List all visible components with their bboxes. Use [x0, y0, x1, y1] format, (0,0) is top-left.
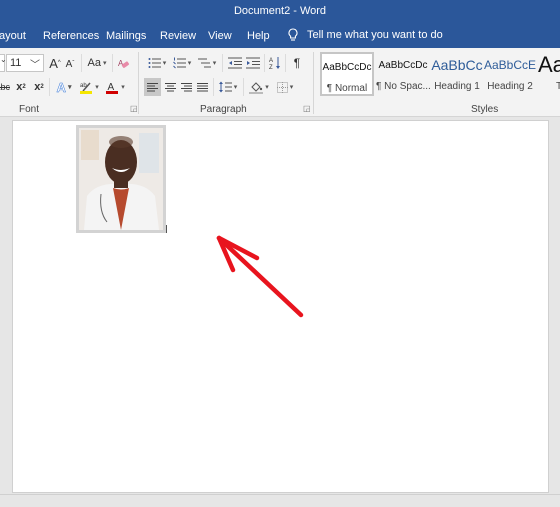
ribbon: ⌄ 11 ﹀ A^ Aˇ Aa▾ A abc x2 x2 A▾ ab▾ A▾ F…: [0, 48, 560, 117]
divider: [81, 54, 82, 72]
justify-icon: [196, 82, 208, 91]
numbered-list-icon: [172, 57, 186, 69]
document-canvas: [0, 117, 560, 494]
divider: [49, 78, 50, 96]
styles-group-label: Styles: [471, 104, 499, 115]
style-no-spacing[interactable]: AaBbCcDc ¶ No Spac...: [376, 52, 430, 96]
font-size-dropdown[interactable]: 11 ﹀: [6, 54, 44, 72]
multilevel-list-icon: [197, 58, 211, 68]
inserted-picture[interactable]: [76, 125, 166, 233]
font-name-dropdown-chevron[interactable]: ⌄: [0, 54, 7, 72]
style-title[interactable]: Aa T: [538, 52, 560, 96]
line-spacing-icon: [218, 81, 232, 93]
tab-mailings[interactable]: Mailings: [106, 30, 146, 42]
ribbon-tabs: ayout References Mailings Review View He…: [0, 24, 560, 48]
bullet-list-icon: [148, 58, 161, 68]
font-color-button[interactable]: A ▾: [103, 78, 127, 96]
superscript-button[interactable]: x2: [32, 78, 46, 96]
pilcrow-icon: ¶: [293, 56, 301, 70]
divider: [243, 78, 244, 96]
shading-button[interactable]: ▾: [247, 78, 271, 96]
align-right-icon: [180, 82, 192, 91]
align-left-button[interactable]: [144, 78, 161, 96]
title-bar: Document2 - Word: [0, 0, 560, 24]
divider: [285, 54, 286, 72]
svg-text:Z: Z: [269, 65, 273, 70]
style-heading-2[interactable]: AaBbCcE Heading 2: [484, 52, 536, 96]
text-cursor: [166, 225, 167, 233]
strikethrough-button[interactable]: abc: [0, 78, 10, 96]
tell-me-text: Tell me what you want to do: [307, 29, 443, 41]
shrink-font-button[interactable]: Aˇ: [64, 55, 76, 73]
numbering-button[interactable]: ▾: [171, 54, 193, 72]
svg-text:A: A: [269, 58, 273, 64]
paragraph-dialog-launcher[interactable]: ◲: [303, 105, 311, 113]
font-color-icon: A: [106, 82, 119, 94]
justify-button[interactable]: [194, 78, 210, 96]
text-effects-button[interactable]: A ▾: [53, 78, 75, 96]
tab-review[interactable]: Review: [160, 30, 196, 42]
font-group-label: Font: [19, 104, 40, 115]
font-dialog-launcher[interactable]: ◲: [130, 105, 138, 113]
group-divider: [138, 52, 139, 114]
clear-formatting-button[interactable]: A: [116, 54, 130, 72]
increase-indent-icon: [246, 57, 260, 69]
divider: [264, 54, 265, 72]
chevron-down-icon: ﹀: [30, 60, 40, 71]
lightbulb-icon: [288, 28, 298, 41]
tab-layout[interactable]: ayout: [0, 30, 26, 42]
red-arrow-annotation: [216, 235, 304, 318]
multilevel-list-button[interactable]: ▾: [196, 54, 218, 72]
tab-help[interactable]: Help: [247, 30, 270, 42]
window-title: Document2 - Word: [233, 5, 327, 17]
sort-button[interactable]: AZ: [268, 54, 282, 72]
align-right-button[interactable]: [178, 78, 194, 96]
divider: [222, 54, 223, 72]
decrease-indent-button[interactable]: [227, 54, 243, 72]
sort-icon: AZ: [269, 57, 280, 70]
styles-gallery: AaBbCcDc ¶ Normal AaBbCcDc ¶ No Spac... …: [318, 52, 560, 96]
subscript-button[interactable]: x2: [14, 78, 28, 96]
document-page[interactable]: [12, 120, 549, 493]
line-spacing-button[interactable]: ▾: [217, 78, 239, 96]
align-left-icon: [147, 82, 158, 91]
paragraph-group-label: Paragraph: [200, 104, 247, 115]
style-heading-1[interactable]: AaBbCc Heading 1: [431, 52, 483, 96]
decrease-indent-icon: [228, 57, 242, 69]
align-center-icon: [164, 82, 176, 91]
highlighter-icon: ab: [80, 82, 93, 94]
divider: [213, 78, 214, 96]
center-button[interactable]: [162, 78, 178, 96]
divider: [112, 54, 113, 72]
change-case-button[interactable]: Aa ▾: [85, 54, 109, 72]
eraser-icon: A: [118, 59, 129, 68]
paint-bucket-icon: [249, 81, 264, 94]
highlight-color-button[interactable]: ab ▾: [77, 78, 101, 96]
borders-icon: [276, 81, 288, 93]
increase-indent-button[interactable]: [245, 54, 261, 72]
style-normal[interactable]: AaBbCcDc ¶ Normal: [320, 52, 374, 96]
group-divider: [313, 52, 314, 114]
tab-references[interactable]: References: [43, 30, 99, 42]
tell-me-search[interactable]: Tell me what you want to do: [287, 28, 443, 42]
show-formatting-button[interactable]: ¶: [290, 54, 304, 72]
bullets-button[interactable]: ▾: [146, 54, 168, 72]
doctor-photo: [79, 128, 163, 230]
font-size-value: 11: [10, 57, 22, 69]
bottom-strip: [0, 494, 560, 507]
tab-view[interactable]: View: [208, 30, 232, 42]
grow-font-button[interactable]: A ^: [48, 54, 62, 72]
borders-button[interactable]: ▾: [273, 78, 297, 96]
